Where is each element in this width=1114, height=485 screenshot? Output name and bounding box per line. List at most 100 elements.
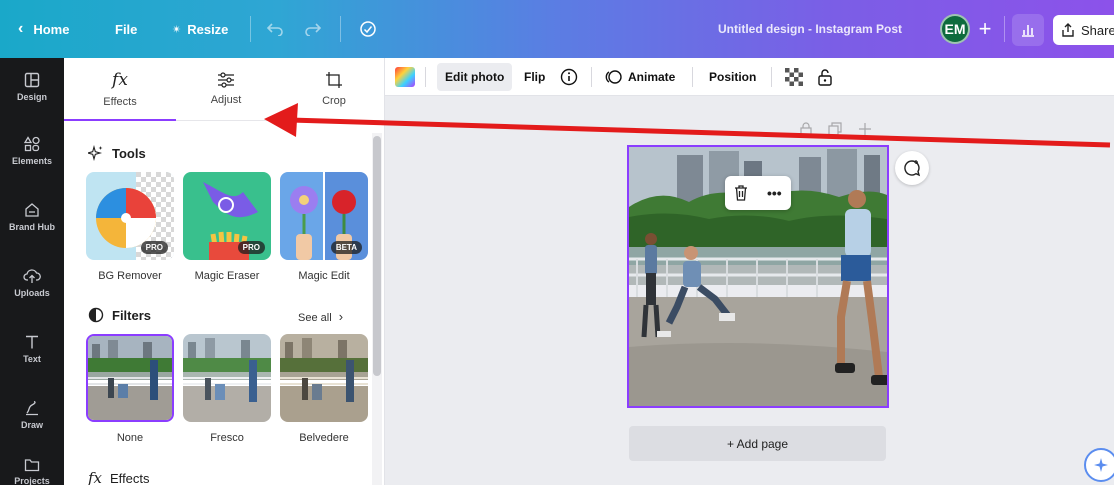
filter-belvedere[interactable] [280,334,368,422]
save-status-button[interactable] [358,0,378,58]
active-tab-indicator [64,119,176,121]
add-page-label: + Add page [726,436,789,451]
fx-icon: fx [88,469,103,485]
magic-eraser-label: Magic Eraser [194,270,260,282]
filter-belvedere-label: Belvedere [299,432,349,444]
resize-button[interactable]: ✴ Resize [172,0,228,58]
chevron-left-icon: ‹ [18,20,24,37]
animate-label: Animate [628,70,676,84]
plus-icon: + [978,16,992,41]
see-all-label: See all [298,312,332,324]
share-label: Share [1081,22,1114,38]
animate-button[interactable]: Animate [605,58,675,96]
add-collaborator-button[interactable]: + [970,14,1000,44]
rail-label: Design [16,92,47,102]
rail-label: Projects [14,476,50,485]
sparkle-icon: ✴ [172,23,182,36]
design-title-text: Untitled design - Instagram Post [718,22,903,36]
add-page-icon[interactable] [858,122,872,136]
rail-label: Text [23,354,41,364]
see-all-filters-link[interactable]: See all › [298,309,343,324]
undo-button[interactable] [266,0,284,58]
rail-label: Elements [11,156,53,166]
filter-none[interactable] [86,334,174,422]
tab-adjust[interactable]: Adjust [172,58,280,120]
effects-heading-text: Effects [110,470,150,485]
folder-icon [24,459,40,472]
tab-crop[interactable]: Crop [280,58,388,120]
effects-heading: fx Effects [88,469,150,485]
comment-button[interactable] [895,151,929,185]
rail-item-text[interactable]: Text [0,320,64,378]
unlock-icon [818,69,832,86]
filter-fresco-thumbnail [183,334,271,422]
top-bar: ‹ Home File ✴ Resize Untitled design - I… [0,0,1114,58]
divider [250,16,251,42]
transparency-button[interactable] [785,58,803,96]
magic-assistant-button[interactable] [1084,448,1114,482]
tab-effects[interactable]: fx Effects [66,58,174,120]
duplicate-icon[interactable] [828,122,842,136]
divider [425,67,426,87]
lock-button[interactable] [817,58,833,96]
insights-button[interactable] [1012,14,1044,46]
pro-badge: PRO [140,241,168,254]
share-button[interactable]: Share [1053,15,1114,45]
rail-item-elements[interactable]: Elements [0,122,64,180]
transparency-icon [785,68,803,86]
panel-scrollbar-thumb[interactable] [373,136,381,376]
magic-eraser-tool[interactable]: PRO [183,172,271,260]
rail-item-brand-hub[interactable]: Brand Hub [0,188,64,246]
redo-button[interactable] [304,0,322,58]
beta-badge: BETA [330,241,362,254]
tab-label: Adjust [210,94,242,106]
redo-icon [305,23,322,36]
color-swatch-button[interactable] [395,58,415,96]
rail-item-draw[interactable]: Draw [0,386,64,444]
chevron-right-icon: › [338,309,344,324]
flip-button[interactable]: Flip [524,58,545,96]
undo-icon [266,23,283,36]
rail-item-projects[interactable]: Projects [0,450,64,485]
home-label: Home [33,21,70,37]
flip-label: Flip [524,70,546,84]
rail-item-design[interactable]: Design [0,58,64,116]
bg-remover-tool[interactable]: PRO [86,172,174,260]
bg-remover-label: BG Remover [98,270,162,282]
left-rail: Design Elements Brand Hub Uploads Text D… [0,58,64,485]
info-button[interactable] [560,58,578,96]
divider [1004,16,1005,42]
rail-label: Brand Hub [9,222,55,232]
resize-label: Resize [187,21,229,37]
sparkle-icon [1094,458,1108,472]
filter-fresco[interactable] [183,334,271,422]
edit-photo-button[interactable]: Edit photo [437,63,513,91]
rail-item-uploads[interactable]: Uploads [0,254,64,312]
share-upload-icon [1062,23,1074,37]
crop-icon [326,72,342,88]
trash-icon[interactable] [734,185,748,201]
page-actions [800,122,880,136]
magic-edit-tool[interactable]: BETA [280,172,368,260]
cloud-check-icon [360,21,376,37]
upload-cloud-icon [23,269,41,283]
brand-hub-icon [25,203,39,217]
rail-label: Uploads [14,288,50,298]
avatar[interactable]: EM [940,14,970,44]
context-toolbar: Edit photo Flip Animate Position [385,58,1114,96]
home-button[interactable]: ‹ Home [18,0,69,58]
file-menu-button[interactable]: File [115,0,137,58]
filters-icon [88,307,104,323]
add-page-button[interactable]: + Add page [629,426,886,461]
shapes-icon [24,136,40,152]
edit-photo-panel: fx Effects Adjust Crop Tools PRO PRO BET… [64,58,385,485]
lock-icon[interactable] [800,122,812,136]
sliders-icon [218,72,234,88]
divider [692,67,693,87]
file-label: File [115,21,138,37]
position-button[interactable]: Position [709,58,756,96]
design-title[interactable]: Untitled design - Instagram Post [718,0,902,58]
more-options-icon[interactable]: ••• [767,185,782,201]
info-icon [560,68,578,86]
magic-edit-label: Magic Edit [298,270,350,282]
